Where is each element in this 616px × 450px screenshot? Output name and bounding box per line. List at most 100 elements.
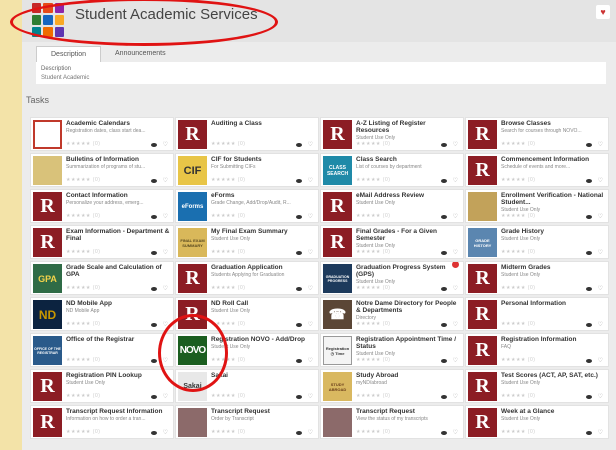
view-eye-icon[interactable]: [151, 215, 157, 219]
rating-stars-icon[interactable]: ★★★★★ (0): [211, 249, 245, 255]
rating-stars-icon[interactable]: ★★★★★ (0): [501, 213, 535, 219]
rating-stars-icon[interactable]: ★★★★★ (0): [66, 393, 100, 399]
favorite-heart-icon[interactable]: ♡: [598, 429, 603, 436]
task-tile[interactable]: Transcript Request Order by Transcript ★★★…: [175, 405, 319, 439]
task-tile[interactable]: Transcript Request InformationInformatio…: [30, 405, 174, 439]
view-eye-icon[interactable]: [296, 215, 302, 219]
view-eye-icon[interactable]: [151, 251, 157, 255]
rating-stars-icon[interactable]: ★★★★★ (0): [356, 321, 390, 327]
favorite-heart-icon[interactable]: ♡: [163, 177, 168, 184]
favorite-heart-icon[interactable]: ♡: [453, 429, 458, 436]
view-eye-icon[interactable]: [296, 359, 302, 363]
view-eye-icon[interactable]: [151, 395, 157, 399]
task-tile[interactable]: GRADE HISTORY Grade History Student Use On…: [465, 225, 609, 259]
view-eye-icon[interactable]: [296, 179, 302, 183]
favorite-heart-icon[interactable]: ♡: [163, 285, 168, 292]
view-eye-icon[interactable]: [586, 251, 592, 255]
view-eye-icon[interactable]: [441, 323, 447, 327]
favorite-heart-icon[interactable]: ♡: [308, 177, 313, 184]
task-tile[interactable]: GPA Grade Scale and Calculation of GPA ★★★…: [30, 261, 174, 295]
rating-stars-icon[interactable]: ★★★★★ (0): [66, 357, 100, 363]
task-tile[interactable]: Contact InformationPersonalize your addr…: [30, 189, 174, 223]
view-eye-icon[interactable]: [296, 287, 302, 291]
view-eye-icon[interactable]: [586, 287, 592, 291]
rating-stars-icon[interactable]: ★★★★★ (0): [501, 285, 535, 291]
view-eye-icon[interactable]: [441, 215, 447, 219]
view-eye-icon[interactable]: [441, 431, 447, 435]
favorite-heart-icon[interactable]: ♡: [453, 141, 458, 148]
view-eye-icon[interactable]: [441, 143, 447, 147]
tab-announcements[interactable]: Announcements: [101, 46, 180, 62]
view-eye-icon[interactable]: [151, 143, 157, 147]
view-eye-icon[interactable]: [586, 431, 592, 435]
rating-stars-icon[interactable]: ★★★★★ (0): [356, 249, 390, 255]
favorite-heart-icon[interactable]: ♡: [598, 393, 603, 400]
favorite-heart-icon[interactable]: ♡: [453, 249, 458, 256]
rating-stars-icon[interactable]: ★★★★★ (0): [211, 213, 245, 219]
rating-stars-icon[interactable]: ★★★★★ (0): [211, 285, 245, 291]
favorite-heart-icon[interactable]: ♡: [163, 321, 168, 328]
view-eye-icon[interactable]: [296, 143, 302, 147]
rating-stars-icon[interactable]: ★★★★★ (0): [501, 321, 535, 327]
task-tile[interactable]: Academic Calendars Registration dates, cl…: [30, 117, 174, 151]
task-tile[interactable]: Registration PIN LookupStudent Use Only ★…: [30, 369, 174, 403]
rating-stars-icon[interactable]: ★★★★★ (0): [66, 177, 100, 183]
view-eye-icon[interactable]: [441, 287, 447, 291]
favorite-heart-icon[interactable]: ♡: [308, 213, 313, 220]
favorite-heart-icon[interactable]: ♡: [308, 393, 313, 400]
rating-stars-icon[interactable]: ★★★★★ (0): [356, 177, 390, 183]
view-eye-icon[interactable]: [296, 431, 302, 435]
task-tile[interactable]: GRADUATION PROGRESS Graduation Progress S…: [320, 261, 464, 295]
view-eye-icon[interactable]: [151, 287, 157, 291]
view-eye-icon[interactable]: [151, 359, 157, 363]
favorite-heart-icon[interactable]: ♡: [598, 177, 603, 184]
favorite-heart-icon[interactable]: ♡: [598, 213, 603, 220]
rating-stars-icon[interactable]: ★★★★★ (0): [211, 321, 245, 327]
view-eye-icon[interactable]: [296, 395, 302, 399]
rating-stars-icon[interactable]: ★★★★★ (0): [211, 357, 245, 363]
view-eye-icon[interactable]: [296, 323, 302, 327]
rating-stars-icon[interactable]: ★★★★★ (0): [501, 141, 535, 147]
rating-stars-icon[interactable]: ★★★★★ (0): [501, 177, 535, 183]
task-tile[interactable]: Commencement InformationSchedule of even…: [465, 153, 609, 187]
task-tile[interactable]: Bulletins of Information Summarization of…: [30, 153, 174, 187]
task-tile[interactable]: Midterm GradesStudent Use Only ★★★★★ (0) ♡: [465, 261, 609, 295]
favorite-heart-icon[interactable]: ♡: [163, 249, 168, 256]
favorite-heart-icon[interactable]: ♡: [308, 357, 313, 364]
view-eye-icon[interactable]: [586, 179, 592, 183]
favorite-heart-icon[interactable]: ♡: [453, 357, 458, 364]
favorite-heart-icon[interactable]: ♥: [596, 5, 610, 19]
favorite-heart-icon[interactable]: ♡: [308, 321, 313, 328]
task-tile[interactable]: CLASS SEARCH Class Search List of courses …: [320, 153, 464, 187]
rating-stars-icon[interactable]: ★★★★★ (0): [501, 357, 535, 363]
rating-stars-icon[interactable]: ★★★★★ (0): [211, 429, 245, 435]
view-eye-icon[interactable]: [441, 395, 447, 399]
task-tile[interactable]: ND Roll CallStudent Use Only ★★★★★ (0) ♡: [175, 297, 319, 331]
favorite-heart-icon[interactable]: ♡: [308, 429, 313, 436]
rating-stars-icon[interactable]: ★★★★★ (0): [501, 393, 535, 399]
rating-stars-icon[interactable]: ★★★★★ (0): [66, 213, 100, 219]
favorite-heart-icon[interactable]: ♡: [163, 393, 168, 400]
view-eye-icon[interactable]: [441, 359, 447, 363]
view-eye-icon[interactable]: [586, 323, 592, 327]
task-tile[interactable]: ☎ Notre Dame Directory for People & Depar…: [320, 297, 464, 331]
view-eye-icon[interactable]: [441, 251, 447, 255]
rating-stars-icon[interactable]: ★★★★★ (0): [211, 141, 245, 147]
favorite-heart-icon[interactable]: ♡: [453, 177, 458, 184]
rating-stars-icon[interactable]: ★★★★★ (0): [356, 357, 390, 363]
favorite-heart-icon[interactable]: ♡: [598, 141, 603, 148]
rating-stars-icon[interactable]: ★★★★★ (0): [66, 429, 100, 435]
favorite-heart-icon[interactable]: ♡: [453, 393, 458, 400]
view-eye-icon[interactable]: [586, 395, 592, 399]
task-tile[interactable]: Registration InformationFAQ ★★★★★ (0) ♡: [465, 333, 609, 367]
favorite-heart-icon[interactable]: ♡: [163, 141, 168, 148]
rating-stars-icon[interactable]: ★★★★★ (0): [211, 393, 245, 399]
rating-stars-icon[interactable]: ★★★★★ (0): [66, 141, 100, 147]
rating-stars-icon[interactable]: ★★★★★ (0): [356, 285, 390, 291]
favorite-heart-icon[interactable]: ♡: [308, 285, 313, 292]
rating-stars-icon[interactable]: ★★★★★ (0): [66, 249, 100, 255]
view-eye-icon[interactable]: [586, 215, 592, 219]
favorite-heart-icon[interactable]: ♡: [163, 357, 168, 364]
task-tile[interactable]: Personal Information ★★★★★ (0) ♡: [465, 297, 609, 331]
task-tile[interactable]: A-Z Listing of Register ResourcesStudent…: [320, 117, 464, 151]
